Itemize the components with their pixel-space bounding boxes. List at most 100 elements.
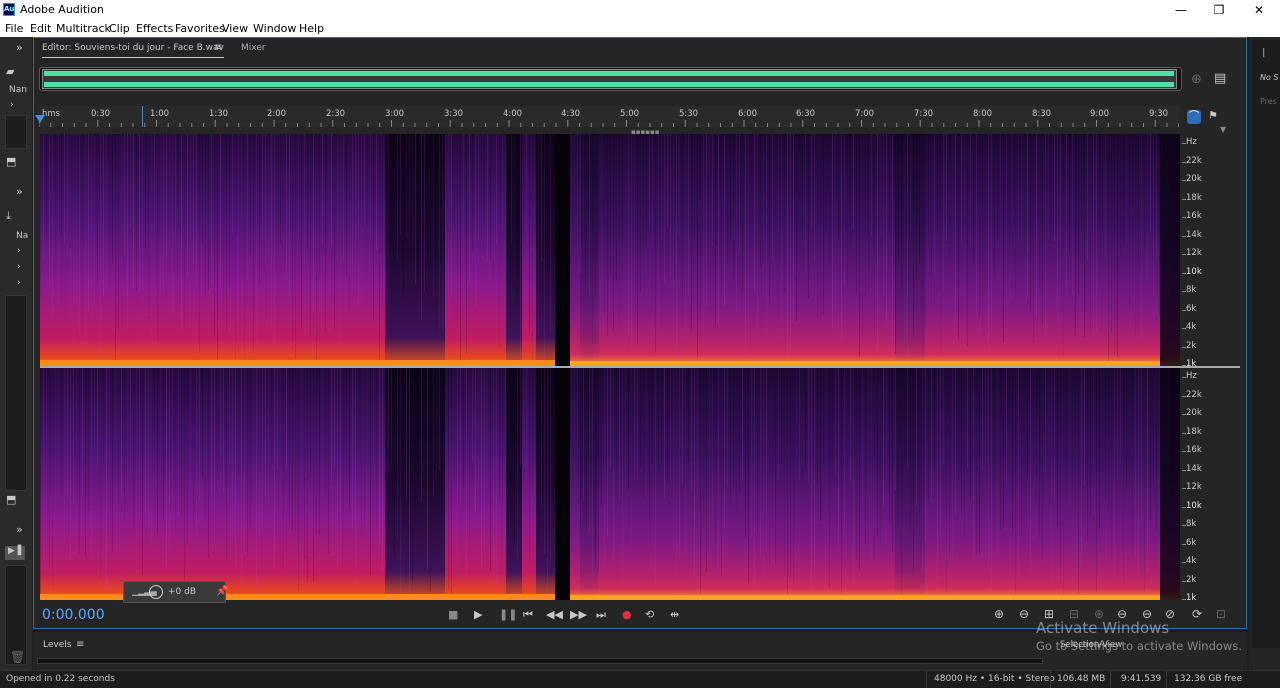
time-ruler[interactable]: hms 0:30 1:00 1:30 2:00 2:30 3:00 3:30 4… [39, 106, 1179, 127]
frequency-label: 4k [1186, 322, 1197, 332]
list-menu-icon[interactable]: ▤ [1214, 71, 1226, 86]
levels-tab[interactable]: Levels [43, 640, 71, 650]
zoom-out-amplitude-icon[interactable]: ⊖ [1019, 607, 1029, 621]
chevron-right-icon[interactable]: › [17, 262, 21, 272]
files-panel-label: Nan [9, 85, 27, 95]
spectrogram-right-channel[interactable] [40, 368, 1180, 600]
menu-window[interactable]: Window [253, 22, 296, 35]
panel-menu-icon[interactable]: ≡ [76, 639, 84, 650]
maximize-button[interactable]: ❐ [1200, 0, 1238, 20]
pin-icon[interactable]: 📌 [216, 586, 228, 597]
frequency-tick [1182, 562, 1186, 563]
editor-tab[interactable]: Editor: Souviens-toi du jour - Face B.wa… [42, 43, 224, 53]
import-icon[interactable]: ⬒ [6, 155, 16, 168]
chevron-right-icon[interactable]: › [10, 100, 14, 110]
frequency-label: 2k [1186, 574, 1197, 585]
stop-button[interactable]: ■ [448, 608, 458, 621]
frequency-tick [1182, 506, 1186, 508]
trash-icon[interactable]: 🗑 [10, 650, 25, 664]
loop-button[interactable]: ⟲ [645, 608, 654, 621]
view-marker [142, 106, 143, 127]
status-separator [1050, 671, 1051, 688]
frequency-label: 6k [1186, 303, 1197, 314]
gain-knob[interactable] [149, 585, 163, 599]
import-icon[interactable]: ⬒ [6, 493, 16, 506]
frequency-label: 10k [1186, 500, 1202, 511]
zoom-navigator-icon[interactable]: ⊕ [1191, 72, 1202, 87]
frequency-tick [1182, 272, 1186, 274]
current-time[interactable]: 0:00.000 [42, 607, 105, 623]
menu-view[interactable]: View [222, 22, 248, 35]
rewind-button[interactable]: ◀◀ [546, 608, 563, 621]
ruler-label: 7:30 [914, 109, 934, 119]
chevron-down-icon[interactable]: ▼ [1220, 125, 1226, 134]
frequency-axis-left: Hz 22k 20k 18k 16k 14k 12k 10k 8k 6k 4k 2k 1k [1182, 134, 1240, 369]
waveform-overview[interactable] [39, 67, 1182, 91]
preset-label: Pres [1260, 97, 1277, 106]
ruler-label: 9:30 [1149, 109, 1169, 119]
frequency-label: Hz [1186, 371, 1197, 381]
frequency-label: 1k [1186, 593, 1197, 603]
go-to-start-button[interactable]: ⏮ [523, 608, 533, 622]
skip-button[interactable]: ⇹ [670, 608, 679, 621]
effects-panel-collapsed [5, 295, 27, 491]
frequency-label: 8k [1186, 519, 1197, 529]
menu-favorites[interactable]: Favorites [175, 22, 225, 35]
menu-clip[interactable]: Clip [109, 22, 130, 35]
chevron-right-icon[interactable]: › [17, 246, 21, 256]
mixer-tab[interactable]: Mixer [241, 43, 266, 53]
expand-icon[interactable]: » [16, 41, 23, 54]
marker-icon[interactable]: ⚑ [1208, 109, 1218, 122]
panel-menu-icon[interactable]: ≡ [214, 42, 222, 53]
ruler-label: 9:00 [1090, 109, 1110, 119]
menu-edit[interactable]: Edit [30, 22, 51, 35]
frequency-tick [1182, 414, 1186, 415]
ruler-label: 5:00 [620, 109, 640, 119]
frequency-label: 12k [1186, 482, 1202, 492]
menu-effects[interactable]: Effects [136, 22, 173, 35]
download-icon[interactable]: ⤓ [6, 209, 11, 223]
frequency-tick [1182, 543, 1186, 545]
chevron-right-icon[interactable]: › [17, 278, 21, 288]
active-tab-underline [42, 57, 224, 58]
left-panel-strip: » ▰ Nan › ⬒ » ⤓ Na › › › ⬒ » ▶ ▌ [0, 37, 32, 670]
expand-icon[interactable]: » [16, 523, 23, 536]
close-button[interactable]: ✕ [1240, 0, 1278, 20]
record-button[interactable]: ● [622, 608, 632, 621]
editor-panel: Editor: Souviens-toi du jour - Face B.wa… [33, 37, 1247, 629]
app-logo: Au [3, 3, 15, 16]
gain-hud[interactable]: ▁▂▃▄ +0 dB 📌 [123, 581, 228, 603]
menu-help[interactable]: Help [299, 22, 324, 35]
go-to-end-button[interactable]: ⏭ [596, 608, 606, 622]
pause-button[interactable]: ❚❚ [499, 608, 517, 621]
playhead-marker[interactable] [35, 115, 45, 123]
status-bar: Opened in 0.22 seconds 48000 Hz • 16-bit… [0, 670, 1280, 688]
ruler-ticks [39, 120, 1179, 127]
frequency-label: 16k [1186, 445, 1202, 455]
ruler-label: 8:00 [973, 109, 993, 119]
frequency-tick [1182, 580, 1186, 582]
zoom-in-amplitude-icon[interactable]: ⊕ [994, 607, 1004, 621]
play-button[interactable]: ▶ [474, 608, 482, 621]
fast-forward-button[interactable]: ▶▶ [570, 608, 587, 621]
ruler-label: 3:00 [385, 109, 405, 119]
frequency-label: 14k [1186, 229, 1202, 240]
frequency-tick [1182, 525, 1186, 526]
expand-icon[interactable]: » [16, 185, 23, 198]
play-toggle-icon[interactable]: ▶ ▌ [5, 546, 25, 560]
frequency-tick [1182, 198, 1186, 200]
ruler-label: 2:30 [326, 109, 346, 119]
right-panel-strip: ❘ No S Pres [1249, 37, 1280, 670]
menu-file[interactable]: File [5, 22, 23, 35]
frequency-label: 2k [1186, 340, 1197, 351]
minimize-button[interactable]: — [1162, 0, 1200, 20]
menu-multitrack[interactable]: Multitrack [56, 22, 111, 35]
frequency-label: 14k [1186, 463, 1202, 474]
frequency-label: 4k [1186, 556, 1197, 566]
snap-icon[interactable]: ⌒ [1187, 110, 1201, 124]
open-folder-icon[interactable]: ▰ [6, 65, 14, 78]
spectrogram-left-channel[interactable] [40, 134, 1180, 366]
ruler-label: 5:30 [679, 109, 699, 119]
status-separator [926, 671, 927, 688]
ruler-label: 7:00 [855, 109, 875, 119]
